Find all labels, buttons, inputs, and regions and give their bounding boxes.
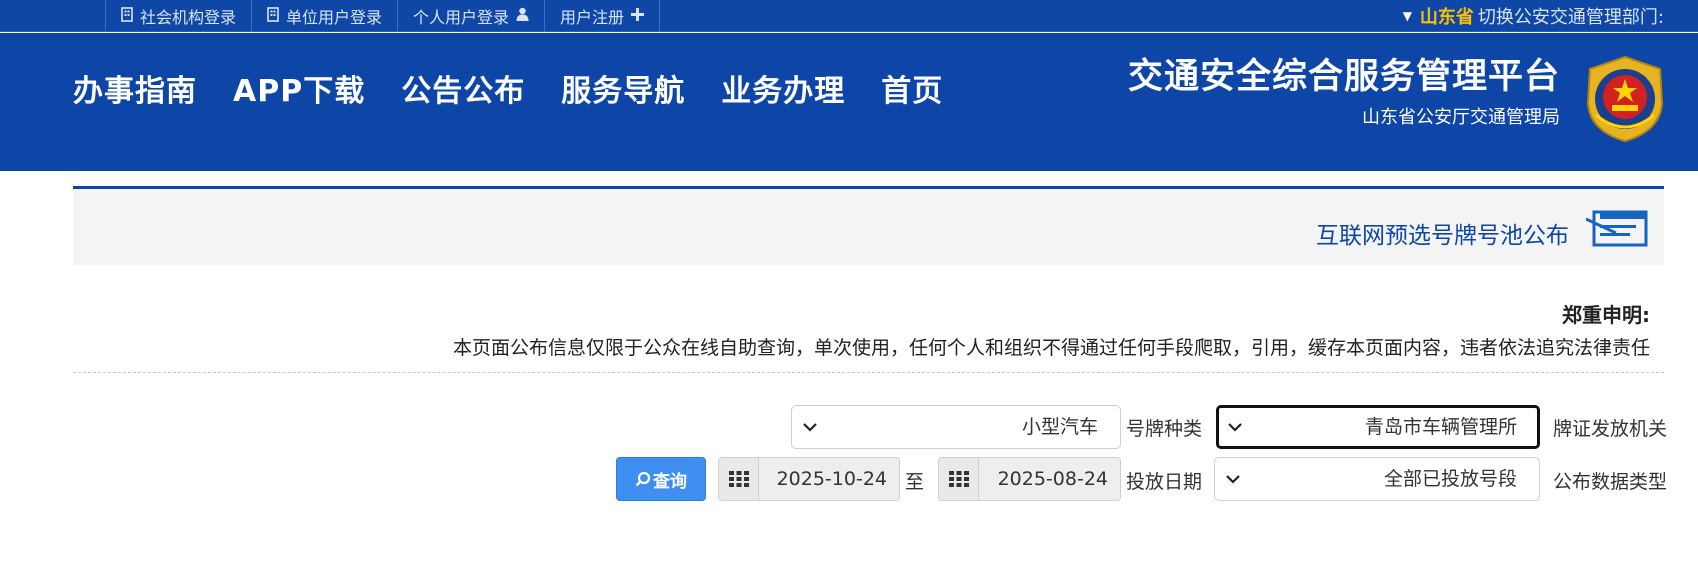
register-label: 用户注册 [560, 8, 625, 27]
calendar-icon[interactable] [939, 458, 979, 500]
user-icon [516, 7, 529, 25]
nav-app-download[interactable]: APP下载 [233, 66, 365, 110]
nav-guide[interactable]: 办事指南 [73, 66, 197, 110]
section-header: 互联网预选号牌号池公布 [73, 186, 1664, 265]
divider [73, 372, 1664, 373]
issuer-label: 牌证发放机关 [1553, 418, 1668, 440]
police-emblem-icon [1582, 55, 1668, 143]
query-button-label: 查询 [653, 471, 687, 492]
site-header: 办事指南 APP下载 公告公布 服务导航 业务办理 首页 交通安全综合服务管理平… [0, 33, 1698, 171]
date-to-field[interactable]: 2025-10-24 [718, 457, 900, 501]
plus-icon [631, 7, 645, 25]
issuer-value: 青岛市车辆管理所 [1364, 416, 1517, 438]
site-title: 交通安全综合服务管理平台 [1127, 57, 1560, 97]
search-icon [635, 471, 651, 487]
nav-home[interactable]: 首页 [881, 66, 943, 110]
chevron-down-icon [803, 423, 817, 432]
brand[interactable]: 交通安全综合服务管理平台 山东省公安厅交通管理局 [1128, 55, 1668, 143]
site-subtitle: 山东省公安厅交通管理局 [1362, 107, 1560, 128]
department-switcher[interactable]: ▼ 山东省 切换公安交通管理部门: [1403, 0, 1664, 32]
date-to-value: 2025-10-24 [759, 458, 899, 500]
data-type-value: 全部已投放号段 [1383, 468, 1517, 490]
date-label: 投放日期 [1126, 471, 1203, 493]
disclaimer-title: 郑重申明: [1562, 303, 1650, 327]
building-icon [267, 6, 279, 26]
caret-down-icon[interactable]: ▼ [1403, 9, 1412, 23]
date-from-value: 2025-08-24 [979, 458, 1120, 500]
unit-login-link[interactable]: 单位用户登录 [251, 0, 397, 32]
date-separator: 至 [905, 471, 925, 493]
chevron-down-icon [1228, 423, 1242, 432]
account-links: 社会机构登录 单位用户登录 个人用户登录 用户注册 [105, 0, 661, 32]
plate-type-select[interactable]: 小型汽车 [791, 405, 1121, 449]
date-from-field[interactable]: 2025-08-24 [938, 457, 1121, 501]
data-type-label: 公布数据类型 [1553, 471, 1668, 493]
org-login-link[interactable]: 社会机构登录 [105, 0, 251, 32]
org-login-label: 社会机构登录 [140, 8, 237, 27]
section-title: 互联网预选号牌号池公布 [1316, 223, 1569, 249]
calendar-icon[interactable] [719, 458, 759, 500]
register-link[interactable]: 用户注册 [544, 0, 661, 32]
data-type-select[interactable]: 全部已投放号段 [1214, 457, 1540, 501]
personal-login-link[interactable]: 个人用户登录 [397, 0, 544, 32]
notice-list-icon [1585, 209, 1648, 247]
unit-login-label: 单位用户登录 [286, 8, 383, 27]
province-selector[interactable]: 山东省 [1420, 3, 1474, 29]
switch-label: 切换公安交通管理部门: [1477, 7, 1664, 28]
chevron-down-icon [1226, 475, 1240, 484]
nav-service-navigation[interactable]: 服务导航 [561, 66, 685, 110]
plate-type-value: 小型汽车 [1021, 416, 1098, 438]
nav-business[interactable]: 业务办理 [721, 66, 845, 110]
building-icon [121, 6, 133, 26]
nav-announcements[interactable]: 公告公布 [401, 66, 525, 110]
query-button[interactable]: 查询 [616, 457, 706, 501]
main-nav: 办事指南 APP下载 公告公布 服务导航 业务办理 首页 [73, 66, 943, 110]
top-bar: 社会机构登录 单位用户登录 个人用户登录 用户注册 ▼ 山东省 切换公安交通管理… [0, 0, 1698, 32]
issuer-select[interactable]: 青岛市车辆管理所 [1216, 405, 1540, 449]
disclaimer-text: 本页面公布信息仅限于公众在线自助查询，单次使用，任何个人和组织不得通过任何手段爬… [452, 337, 1650, 359]
plate-type-label: 号牌种类 [1126, 418, 1203, 440]
personal-login-label: 个人用户登录 [413, 8, 510, 27]
